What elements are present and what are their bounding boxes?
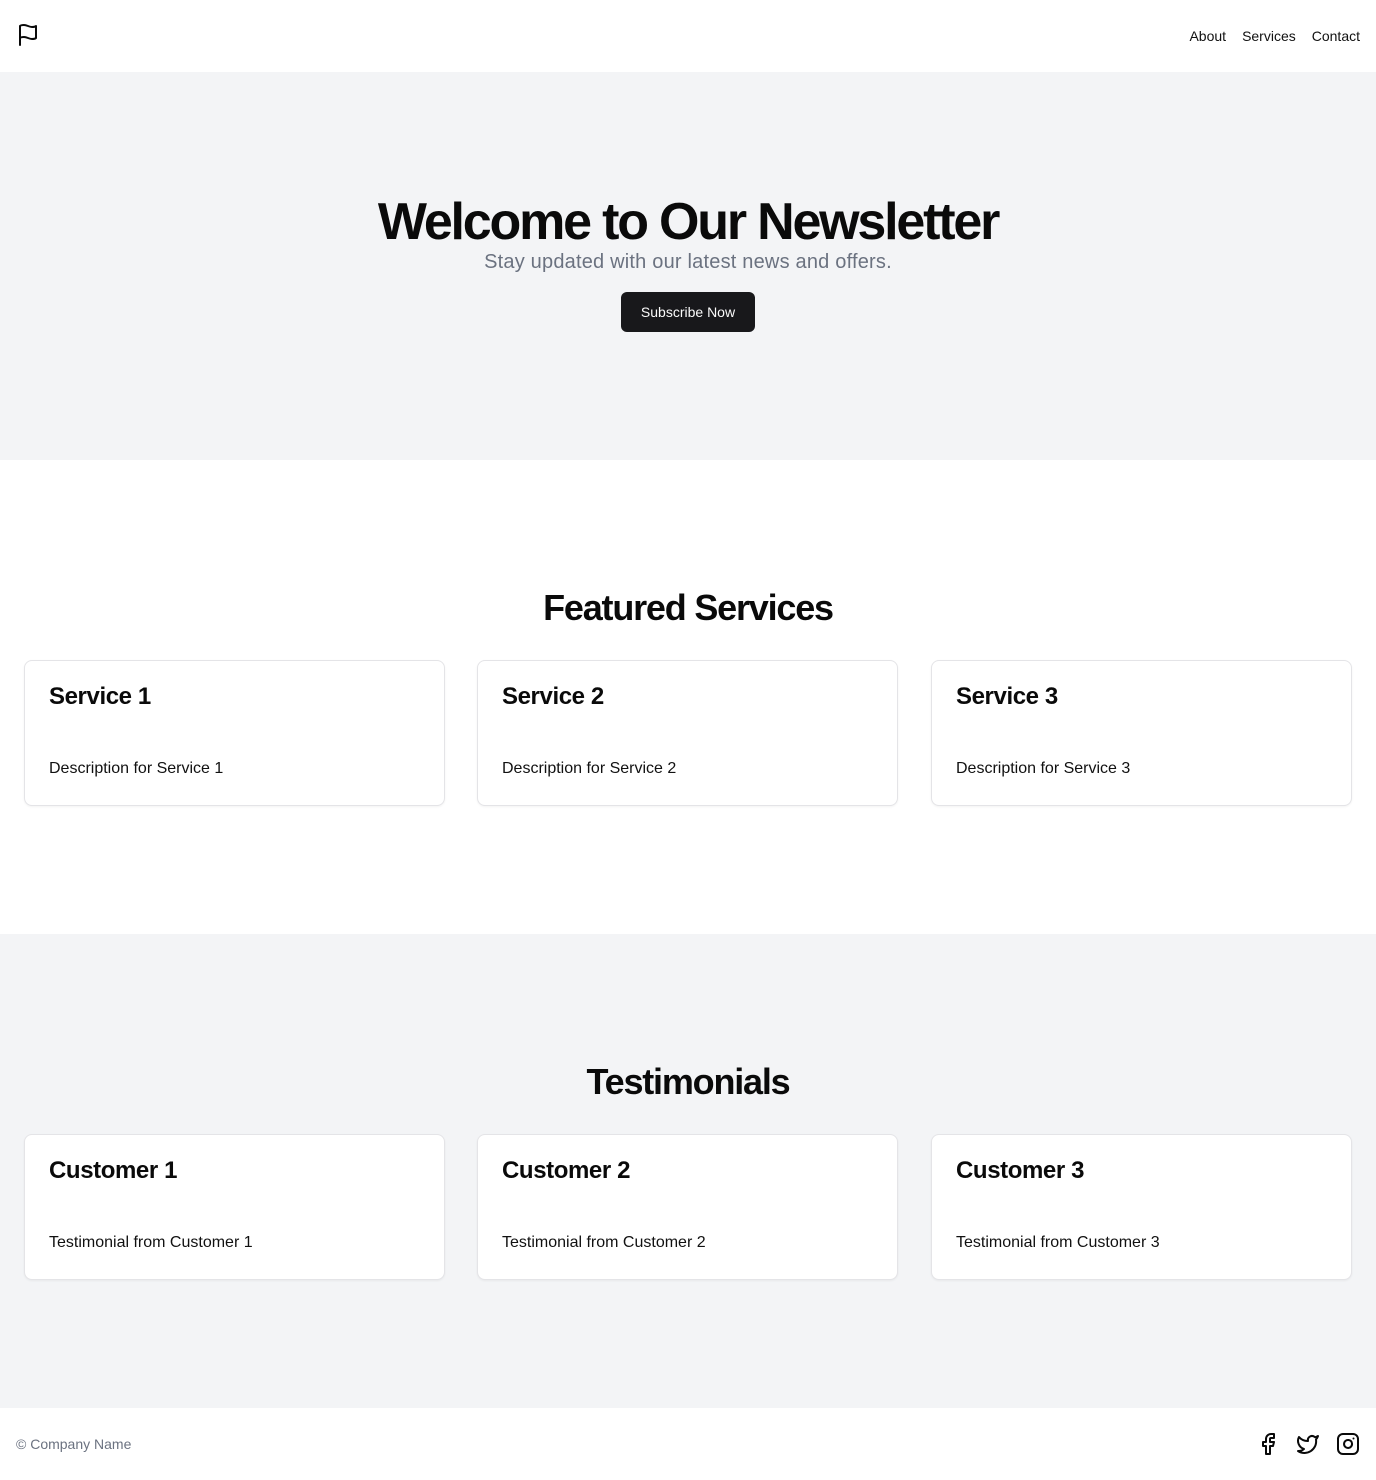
service-card-description: Description for Service 3 <box>956 760 1131 777</box>
testimonial-card: Customer 1 Testimonial from Customer 1 <box>24 1134 445 1280</box>
nav-link-services[interactable]: Services <box>1242 28 1296 44</box>
service-card: Service 3 Description for Service 3 <box>931 660 1352 806</box>
twitter-icon[interactable] <box>1296 1432 1320 1456</box>
service-card-description: Description for Service 2 <box>502 760 677 777</box>
services-section: Featured Services Service 1 Description … <box>0 460 1376 934</box>
instagram-icon[interactable] <box>1336 1432 1360 1456</box>
subscribe-button[interactable]: Subscribe Now <box>621 292 755 332</box>
testimonials-section: Testimonials Customer 1 Testimonial from… <box>0 934 1376 1408</box>
hero-section: Welcome to Our Newsletter Stay updated w… <box>0 72 1376 460</box>
site-header: About Services Contact <box>0 0 1376 72</box>
social-links <box>1256 1432 1360 1456</box>
testimonial-card-title: Customer 3 <box>956 1157 1085 1184</box>
services-heading: Featured Services <box>543 587 834 628</box>
testimonial-card: Customer 2 Testimonial from Customer 2 <box>477 1134 898 1280</box>
service-card-description: Description for Service 1 <box>49 760 224 777</box>
testimonial-card-title: Customer 1 <box>49 1157 178 1184</box>
testimonial-card-text: Testimonial from Customer 2 <box>502 1234 706 1251</box>
testimonial-card-text: Testimonial from Customer 3 <box>956 1234 1160 1251</box>
service-card-title: Service 3 <box>956 683 1058 710</box>
service-card-title: Service 1 <box>49 683 151 710</box>
main-nav: About Services Contact <box>1189 28 1360 44</box>
nav-link-contact[interactable]: Contact <box>1312 28 1360 44</box>
site-footer: © Company Name <box>0 1408 1376 1480</box>
service-card: Service 1 Description for Service 1 <box>24 660 445 806</box>
flag-icon[interactable] <box>16 23 40 47</box>
testimonial-card-text: Testimonial from Customer 1 <box>49 1234 253 1251</box>
facebook-icon[interactable] <box>1256 1432 1280 1456</box>
service-card-title: Service 2 <box>502 683 604 710</box>
testimonials-heading: Testimonials <box>586 1061 791 1102</box>
testimonial-card: Customer 3 Testimonial from Customer 3 <box>931 1134 1352 1280</box>
testimonial-card-title: Customer 2 <box>502 1157 631 1184</box>
copyright-text: © Company Name <box>16 1436 132 1452</box>
hero-subtitle: Stay updated with our latest news and of… <box>484 251 892 273</box>
service-card: Service 2 Description for Service 2 <box>477 660 898 806</box>
hero-title: Welcome to Our Newsletter <box>377 193 1000 251</box>
nav-link-about[interactable]: About <box>1189 28 1226 44</box>
